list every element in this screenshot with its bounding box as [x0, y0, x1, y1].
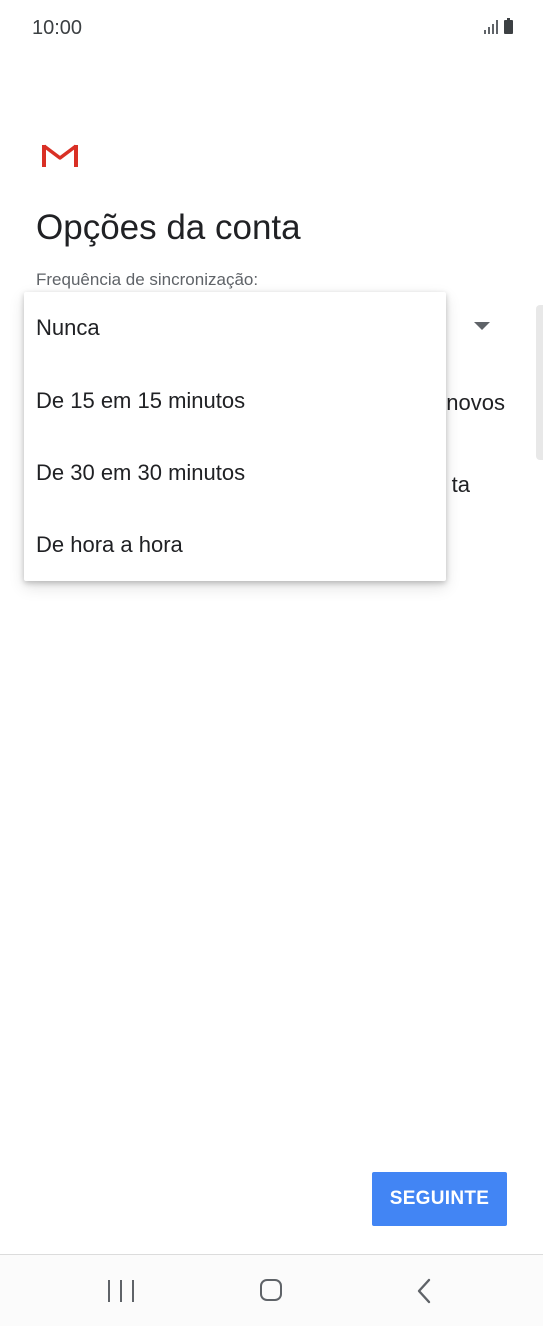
- option-every-30-minutes[interactable]: De 30 em 30 minutos: [24, 437, 446, 509]
- recent-apps-icon[interactable]: [108, 1280, 134, 1302]
- option-every-15-minutes[interactable]: De 15 em 15 minutos: [24, 365, 446, 437]
- sync-frequency-label: Frequência de sincronização:: [36, 270, 259, 289]
- battery-icon: [504, 18, 513, 34]
- gmail-logo: [42, 144, 78, 167]
- status-icons: [484, 18, 513, 34]
- status-time: 10:00: [32, 17, 83, 39]
- home-icon[interactable]: [260, 1279, 282, 1301]
- back-icon[interactable]: [414, 1278, 434, 1304]
- dropdown-arrow-icon[interactable]: [474, 322, 490, 330]
- screen: 10:00 Opções da conta Frequência de sinc…: [0, 0, 543, 1326]
- navigation-bar: [0, 1254, 543, 1326]
- option-every-hour[interactable]: De hora a hora: [24, 509, 446, 581]
- signal-icon: [484, 20, 498, 34]
- next-button[interactable]: SEGUINTE: [372, 1172, 507, 1226]
- status-bar: 10:00: [0, 0, 543, 58]
- scroll-indicator: [536, 305, 543, 460]
- option-never[interactable]: Nunca: [24, 292, 446, 364]
- sync-frequency-dropdown: Nunca De 15 em 15 minutos De 30 em 30 mi…: [24, 292, 446, 581]
- page-title: Opções da conta: [36, 208, 301, 247]
